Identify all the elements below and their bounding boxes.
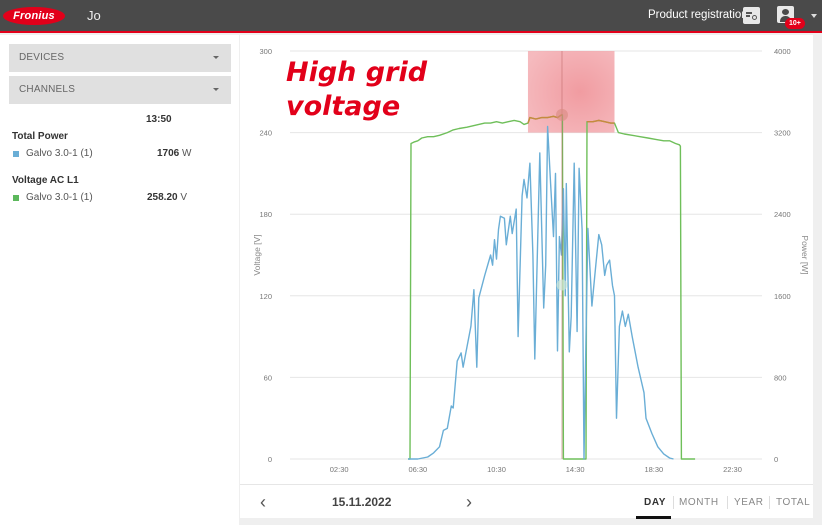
section-title-total-power: Total Power [12, 131, 68, 142]
tab-divider [673, 496, 674, 509]
next-day-button[interactable]: › [459, 491, 479, 513]
y-right-axis-title: Power [W] [800, 235, 810, 274]
x-tick-label: 18:30 [644, 465, 663, 474]
tab-month[interactable]: MONTH [679, 497, 719, 508]
chart[interactable]: 0 60 120 180 240 300 0 800 1600 2400 3200 4000 02:30… [240, 35, 813, 484]
series-value: 258.20 V [147, 192, 187, 203]
certificate-icon[interactable] [743, 7, 760, 24]
chevron-down-icon [213, 88, 219, 91]
previous-day-button[interactable]: ‹ [253, 491, 273, 513]
y-left-tick-label: 60 [264, 373, 272, 382]
selected-time: 13:50 [146, 114, 172, 125]
y-left-tick-label: 120 [259, 292, 272, 301]
y-left-tick-label: 180 [259, 210, 272, 219]
chart-panel: 0 60 120 180 240 300 0 800 1600 2400 3200 4000 02:30… [240, 35, 813, 518]
voltage-value: 258.20 [147, 192, 178, 203]
y-right-tick-label: 1600 [774, 292, 791, 301]
y-left-tick-label: 0 [268, 455, 272, 464]
cursor-marker-voltage [555, 108, 568, 121]
y-left-tick-label: 240 [259, 129, 272, 138]
annotation-text-line2: voltage [286, 91, 400, 122]
series-row-power: Galvo 3.0-1 (1) 1706 W [13, 148, 213, 162]
tab-total[interactable]: TOTAL [776, 497, 810, 508]
series-row-voltage: Galvo 3.0-1 (1) 258.20 V [13, 192, 213, 206]
series-value: 1706 W [157, 148, 191, 159]
legend-swatch-power [13, 151, 19, 157]
devices-dropdown[interactable]: DEVICES [9, 44, 231, 72]
current-date[interactable]: 15.11.2022 [332, 495, 391, 509]
date-navigation: ‹ 15.11.2022 › DAY MONTH YEAR TOTAL [240, 484, 813, 519]
y-right-tick-label: 3200 [774, 129, 791, 138]
scrollbar[interactable] [813, 35, 822, 525]
x-tick-label: 14:30 [566, 465, 585, 474]
fronius-logo[interactable]: Fronius [3, 7, 65, 25]
y-right-tick-label: 2400 [774, 210, 791, 219]
y-right-tick-label: 4000 [774, 47, 791, 56]
power-unit: W [182, 148, 192, 159]
y-right-tick-label: 800 [774, 373, 787, 382]
power-series-line [408, 125, 674, 460]
chevron-down-icon [213, 56, 219, 59]
notification-badge: 10+ [785, 18, 805, 29]
y-left-axis-title: Voltage [V] [252, 234, 262, 275]
series-name: Galvo 3.0-1 (1) [26, 192, 93, 203]
top-bar: Fronius Jo Product registration 10+ [0, 0, 822, 33]
cursor-marker-power [556, 279, 568, 291]
tab-day[interactable]: DAY [644, 497, 666, 508]
legend-swatch-voltage [13, 195, 19, 201]
x-tick-label: 06:30 [408, 465, 427, 474]
x-tick-label: 22:30 [723, 465, 742, 474]
voltage-unit: V [180, 192, 188, 203]
sidebar: DEVICES CHANNELS 13:50 Total Power Galvo… [0, 35, 239, 525]
channels-dropdown-label: CHANNELS [19, 84, 76, 95]
section-title-voltage: Voltage AC L1 [12, 175, 79, 186]
user-initials: Jo [87, 8, 101, 23]
devices-dropdown-label: DEVICES [19, 52, 65, 63]
y-right-tick-label: 0 [774, 455, 778, 464]
channels-dropdown[interactable]: CHANNELS [9, 76, 231, 104]
account-menu-caret-icon[interactable] [811, 14, 817, 18]
y-left-tick-label: 300 [259, 47, 272, 56]
annotation-text-line1: High grid [286, 57, 428, 88]
x-tick-label: 02:30 [330, 465, 349, 474]
series-name: Galvo 3.0-1 (1) [26, 148, 93, 159]
x-tick-label: 10:30 [487, 465, 506, 474]
tab-divider [769, 496, 770, 509]
tab-year[interactable]: YEAR [734, 497, 764, 508]
product-registration-link[interactable]: Product registration [648, 9, 748, 21]
tab-divider [727, 496, 728, 509]
active-tab-indicator [636, 516, 671, 519]
power-value: 1706 [157, 148, 180, 159]
